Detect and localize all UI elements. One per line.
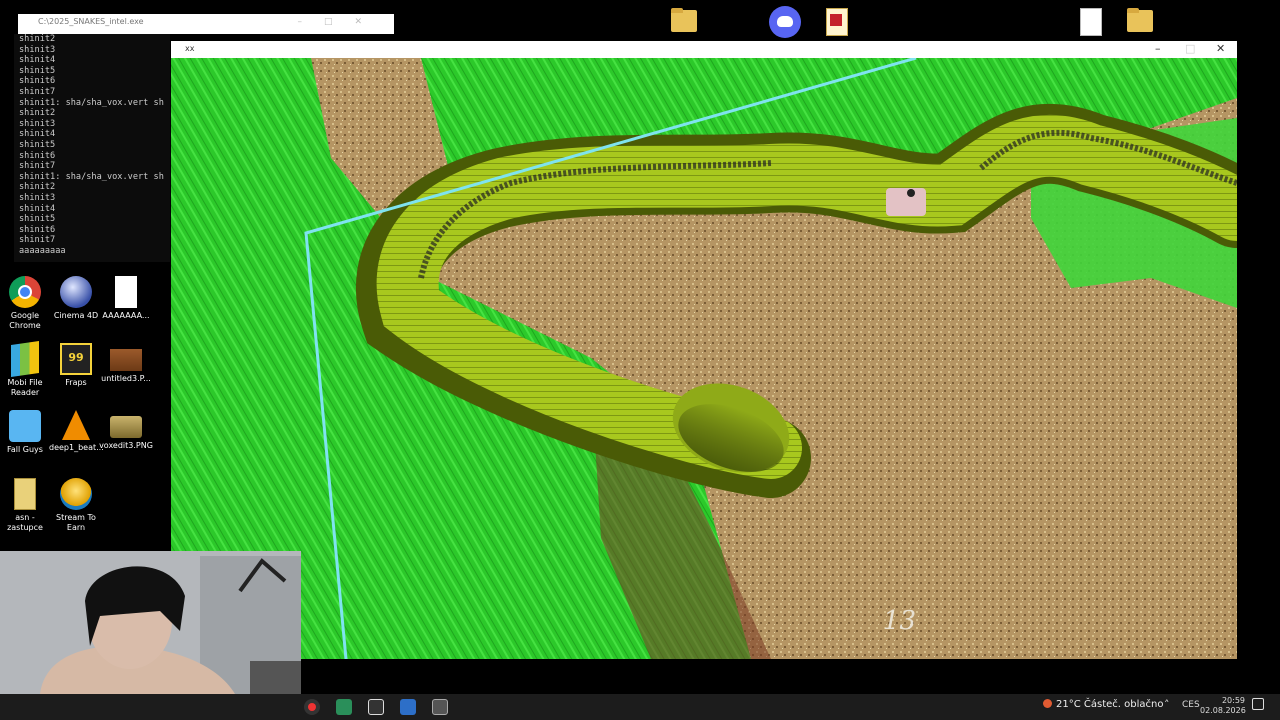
chrome-icon bbox=[9, 276, 41, 308]
console-line: shinit1: sha/sha_vox.vert sh bbox=[19, 171, 164, 182]
notification-icon[interactable] bbox=[1252, 698, 1264, 710]
desktop-icon-voxedit3[interactable]: voxedit3.PNG bbox=[99, 410, 153, 451]
desktop-icon-label: Cinema 4D bbox=[53, 311, 99, 320]
close-button[interactable]: ✕ bbox=[1216, 42, 1225, 55]
discord-icon[interactable] bbox=[769, 6, 801, 38]
stream-icon bbox=[60, 478, 92, 510]
console-output: shinit2 shinit3 shinit4 shinit5 shinit6 shini… bbox=[14, 34, 170, 262]
console-line: shinit6 bbox=[19, 150, 56, 161]
vlc-icon bbox=[62, 410, 90, 440]
game-titlebar[interactable]: xx – □ ✕ bbox=[171, 41, 1237, 58]
desktop-icon-untitled3[interactable]: untitled3.P... bbox=[99, 343, 153, 384]
console-line: shinit7 bbox=[19, 86, 56, 97]
score-counter: 13 bbox=[883, 606, 917, 636]
console-line: shinit5 bbox=[19, 139, 56, 150]
maximize-button[interactable]: □ bbox=[1185, 42, 1195, 55]
console-line: shinit3 bbox=[19, 44, 56, 55]
console-line: shinit7 bbox=[19, 235, 56, 246]
console-title: C:\2025_SNAKES_intel.exe bbox=[38, 17, 144, 26]
app-icon[interactable] bbox=[336, 699, 352, 715]
desktop-icon-label: Google Chrome bbox=[9, 311, 41, 330]
image-icon bbox=[110, 416, 142, 438]
mobi-icon bbox=[11, 341, 39, 377]
desktop-icon-label: Stream To Earn bbox=[56, 513, 96, 532]
console-line: shinit4 bbox=[19, 55, 56, 66]
console-titlebar[interactable]: C:\2025_SNAKES_intel.exe –□✕ bbox=[18, 14, 394, 34]
game-window-title: xx bbox=[185, 44, 195, 53]
language-indicator[interactable]: CES bbox=[1182, 700, 1200, 710]
desktop-icon-cinema4d[interactable]: Cinema 4D bbox=[49, 276, 103, 321]
console-line: shinit6 bbox=[19, 76, 56, 87]
minimize-button[interactable]: – bbox=[1155, 42, 1161, 55]
file-icon bbox=[115, 276, 137, 308]
game-viewport[interactable]: 13 bbox=[171, 58, 1237, 659]
desktop-icon-label: AAAAAAA... bbox=[102, 311, 150, 320]
console-line: shinit5 bbox=[19, 214, 56, 225]
weather-widget[interactable]: 21°C Částeč. oblačno bbox=[1043, 699, 1163, 710]
clock-time[interactable]: 20:59 bbox=[1205, 696, 1245, 705]
chevron-up-icon[interactable]: ˄ bbox=[1164, 698, 1170, 711]
console-line: shinit2 bbox=[19, 34, 56, 44]
console-line: shinit5 bbox=[19, 65, 56, 76]
console-line: shinit7 bbox=[19, 161, 56, 172]
desktop-icon-fraps[interactable]: 99 Fraps bbox=[49, 343, 103, 388]
desktop-icon-chrome[interactable]: Google Chrome bbox=[0, 276, 52, 331]
console-line: shinit1: sha/sha_vox.vert sh bbox=[19, 97, 164, 108]
console-line: shinit6 bbox=[19, 224, 56, 235]
console-line: shinit2 bbox=[19, 182, 56, 193]
desktop-icon-aaaaaaa[interactable]: AAAAAAA... bbox=[99, 276, 153, 321]
desktop-icon-label: deep1_beat... bbox=[49, 443, 104, 452]
folder-icon[interactable] bbox=[669, 6, 699, 38]
weather-icon bbox=[1043, 699, 1052, 708]
console-line: shinit4 bbox=[19, 129, 56, 140]
console-line: shinit3 bbox=[19, 118, 56, 129]
desktop-icon-label: asn - zastupce bbox=[7, 513, 43, 532]
fallguys-icon bbox=[9, 410, 41, 442]
fraps-icon: 99 bbox=[60, 343, 92, 375]
game-window[interactable]: xx – □ ✕ 13 bbox=[171, 41, 1237, 659]
desktop-icon-label: voxedit3.PNG bbox=[99, 441, 153, 450]
desktop-icon-stream[interactable]: Stream To Earn bbox=[49, 478, 103, 533]
weather-text: 21°C Částeč. oblačno bbox=[1056, 699, 1164, 710]
file-icon[interactable] bbox=[1074, 6, 1104, 38]
epic-games-icon[interactable] bbox=[368, 699, 384, 715]
desktop-icon-label: Fall Guys bbox=[7, 445, 43, 454]
taskbar: 21°C Částeč. oblačno ˄ CES 20:59 02.08.2… bbox=[0, 694, 1280, 720]
window-controls[interactable]: –□✕ bbox=[297, 17, 384, 27]
image-icon bbox=[110, 349, 142, 371]
editor-icon[interactable] bbox=[400, 699, 416, 715]
window-icon[interactable] bbox=[432, 699, 448, 715]
webcam-overlay bbox=[0, 551, 301, 694]
desktop-icon-deep1[interactable]: deep1_beat... bbox=[49, 410, 104, 453]
desktop-icon-label: untitled3.P... bbox=[101, 374, 151, 383]
desktop-icon-label: Mobi File Reader bbox=[7, 378, 43, 397]
console-line: shinit3 bbox=[19, 192, 56, 203]
clock-date[interactable]: 02.08.2026 bbox=[1200, 706, 1246, 715]
console-line: shinit2 bbox=[19, 108, 56, 119]
cinema4d-icon bbox=[60, 276, 92, 308]
document-icon[interactable] bbox=[820, 6, 850, 38]
game-scene bbox=[171, 58, 1237, 659]
console-line: shinit4 bbox=[19, 203, 56, 214]
food-item bbox=[886, 188, 926, 216]
file-icon bbox=[14, 478, 36, 510]
folder-icon[interactable] bbox=[1125, 6, 1155, 38]
record-icon[interactable] bbox=[304, 699, 320, 715]
desktop-icon-fallguys[interactable]: Fall Guys bbox=[0, 410, 52, 455]
console-line: aaaaaaaaa bbox=[19, 245, 66, 256]
desktop-icon-mobi[interactable]: Mobi File Reader bbox=[0, 341, 52, 398]
desktop-icon-label: Fraps bbox=[65, 378, 87, 387]
desktop-icon-asn[interactable]: asn - zastupce bbox=[0, 478, 52, 533]
